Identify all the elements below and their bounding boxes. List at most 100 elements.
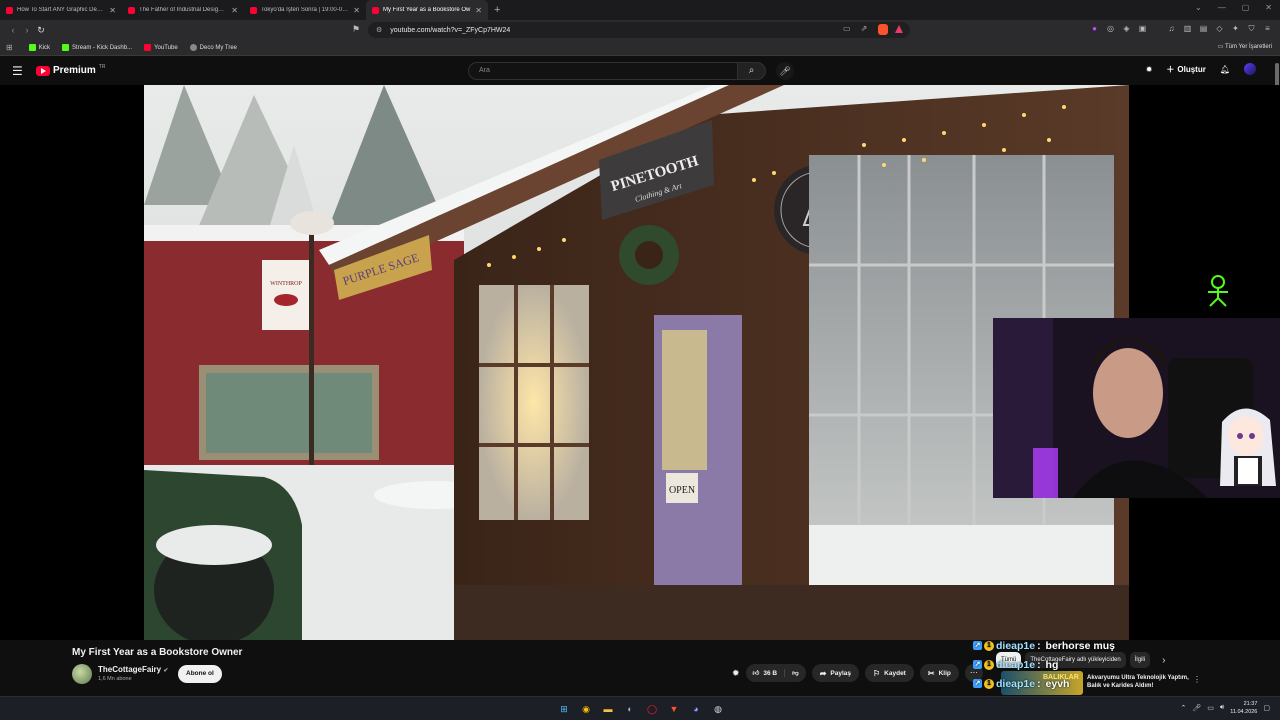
kick-icon <box>28 44 36 51</box>
windows-start-icon[interactable]: ⊞ <box>556 701 572 717</box>
extension-icon[interactable]: ▣ <box>1138 24 1147 34</box>
bookmark-kick[interactable]: Kick <box>25 44 54 51</box>
clock-time: 21:37 <box>1243 701 1258 707</box>
create-button[interactable]: ＋ Oluştur <box>1166 64 1205 75</box>
file-explorer-icon[interactable]: ▬ <box>600 701 616 717</box>
like-button[interactable]: 👍︎ 36 B <box>746 669 786 677</box>
tab-title: The Father of Industrial Design | Dis <box>139 7 228 13</box>
hamburger-menu-icon[interactable]: ☰ <box>12 64 23 78</box>
close-tab-icon[interactable]: ✕ <box>475 6 482 15</box>
share-icon[interactable]: ⇗ <box>861 24 868 33</box>
kick-icon <box>62 44 70 51</box>
browser-toolbar: ‹ › ↻ ⚑ ⚙ youtube.com/watch?v=_ZFyCp7HW2… <box>0 20 1280 40</box>
search-icon: ⌕ <box>748 65 755 76</box>
all-bookmarks[interactable]: ▭ Tüm Yer İşaretleri <box>1218 43 1272 50</box>
cast-icon[interactable]: ▭ <box>843 24 851 33</box>
close-tab-icon[interactable]: ✕ <box>109 6 116 15</box>
upload-extension-icon[interactable]: ✹ <box>1146 65 1153 74</box>
clip-button[interactable]: ✂ Klip <box>919 664 959 682</box>
bookmark-youtube[interactable]: YouTube <box>140 44 182 51</box>
address-bar[interactable]: ⚙ youtube.com/watch?v=_ZFyCp7HW24 <box>368 22 910 38</box>
mic-icon: 🎤︎ <box>779 66 791 76</box>
save-label: Kaydet <box>884 669 906 677</box>
all-bookmarks-label: Tüm Yer İşaretleri <box>1224 44 1272 50</box>
system-tray: ⌃ 🎤︎ ▭ 🔊︎ 21:37 11.04.2026 ▢ <box>1180 700 1270 716</box>
steam-icon[interactable]: ◐ <box>622 701 638 717</box>
share-button[interactable]: ➦ Paylaş <box>811 664 859 682</box>
maximize-icon[interactable]: ▢ <box>1242 3 1250 12</box>
subscriber-badge-icon: ↗ <box>973 660 982 669</box>
bookmark-label: Kick <box>38 44 51 51</box>
site-info-icon[interactable]: ⚙ <box>376 26 382 34</box>
brave-rewards-icon[interactable] <box>895 25 903 33</box>
bookmark-icon[interactable]: ⚑ <box>352 24 360 35</box>
chrome-icon[interactable]: ◉ <box>578 701 594 717</box>
gift-badge-icon: 1 <box>984 659 994 670</box>
microphone-icon[interactable]: 🎤︎ <box>1192 704 1201 712</box>
notifications-bell-icon[interactable]: 🔔︎ <box>1220 65 1230 74</box>
discord-icon[interactable]: ◕ <box>688 701 704 717</box>
subscribe-button[interactable]: Abone ol <box>178 665 222 683</box>
subscriber-badge-icon: ↗ <box>973 641 982 650</box>
wallet-icon[interactable]: ▤ <box>1199 24 1208 34</box>
bookmark-label: Stream - Kick Dashb... <box>72 44 133 51</box>
close-tab-icon[interactable]: ✕ <box>353 6 360 15</box>
music-icon[interactable]: ♫ <box>1167 24 1176 34</box>
bookmark-stream-dashboard[interactable]: Stream - Kick Dashb... <box>58 44 136 51</box>
notifications-icon[interactable]: ▢ <box>1263 704 1270 712</box>
subscriber-count: 1,6 Mn abone <box>98 676 132 682</box>
youtube-logo[interactable]: Premium TR <box>36 64 105 76</box>
stream-chat-overlay: ↗ 1 dieap1e: berhorse muş ↗ 1 dieap1e: h… <box>973 636 1213 693</box>
shield-icon[interactable]: ⛉ <box>1247 24 1256 34</box>
channel-name[interactable]: TheCottageFairy ✔ <box>98 665 168 674</box>
like-dislike-group: 👍︎ 36 B 👎︎ <box>745 664 806 682</box>
tray-chevron-icon[interactable]: ⌃ <box>1180 704 1186 712</box>
forward-icon[interactable]: › <box>20 25 34 35</box>
new-tab-icon[interactable]: + <box>488 4 506 16</box>
close-window-icon[interactable]: ✕ <box>1265 3 1272 12</box>
apps-grid-icon[interactable]: ⊞ <box>6 43 13 52</box>
tab-list-chevron-icon[interactable]: ⌄ <box>1195 3 1202 12</box>
close-tab-icon[interactable]: ✕ <box>231 6 238 15</box>
winthrop-sign-text: WINTHROP <box>270 281 302 287</box>
video-player[interactable]: WINTHROP PURPLE SAGE PINETOOTH Clothing … <box>144 85 1129 640</box>
extension-icon[interactable]: ● <box>1090 24 1099 34</box>
scissors-icon: ✂ <box>927 668 935 678</box>
volume-icon[interactable]: 🔊︎ <box>1220 704 1224 712</box>
dislike-button[interactable]: 👎︎ <box>785 669 806 677</box>
minimize-icon[interactable]: — <box>1218 3 1226 12</box>
browser-tab-3[interactable]: Tokyo'da İşten Sonra | 19:00-01:00 | ✕ <box>244 0 366 20</box>
clock[interactable]: 21:37 11.04.2026 <box>1230 700 1257 716</box>
chat-separator: : <box>1037 677 1044 690</box>
back-icon[interactable]: ‹ <box>6 25 20 35</box>
save-button[interactable]: ⚐ Kaydet <box>865 664 914 682</box>
tab-title: Tokyo'da İşten Sonra | 19:00-01:00 | <box>261 7 350 13</box>
bookmark-deco-my-tree[interactable]: Deco My Tree <box>186 44 241 51</box>
extension-icon[interactable]: ◈ <box>1122 24 1131 34</box>
kick-mascot-icon <box>1206 274 1230 313</box>
channel-avatar[interactable] <box>72 664 92 684</box>
brave-icon[interactable]: ▼ <box>666 701 682 717</box>
search-button[interactable]: ⌕ <box>738 62 766 80</box>
extension-icon[interactable]: ◎ <box>1106 24 1115 34</box>
opera-icon[interactable]: ◯ <box>644 701 660 717</box>
reload-icon[interactable]: ↻ <box>34 25 48 36</box>
create-label: Oluştur <box>1177 64 1206 74</box>
leo-icon[interactable]: ✦ <box>1231 24 1240 34</box>
network-icon[interactable]: ▭ <box>1207 704 1214 712</box>
chat-text: hg <box>1045 658 1059 671</box>
menu-icon[interactable]: ≡ <box>1263 24 1272 34</box>
sidebar-icon[interactable]: ▥ <box>1183 24 1192 34</box>
browser-tab-2[interactable]: The Father of Industrial Design | Dis ✕ <box>122 0 244 20</box>
search-input[interactable]: Ara <box>468 62 738 80</box>
browser-tab-active[interactable]: My First Year as a Bookstore Ow ✕ <box>366 0 488 20</box>
obs-icon[interactable]: ◍ <box>710 701 726 717</box>
extension-action-icon[interactable]: ✹ <box>732 668 740 679</box>
folder-icon: ▭ <box>1217 44 1225 50</box>
voice-search-button[interactable]: 🎤︎ <box>776 62 794 80</box>
browser-tab-1[interactable]: How To Start ANY Graphic Design Fr ✕ <box>0 0 122 20</box>
account-avatar[interactable] <box>1244 63 1256 75</box>
vpn-icon[interactable]: ◇ <box>1215 24 1224 34</box>
brave-shields-icon[interactable] <box>878 24 888 35</box>
youtube-favicon-icon <box>6 6 13 14</box>
